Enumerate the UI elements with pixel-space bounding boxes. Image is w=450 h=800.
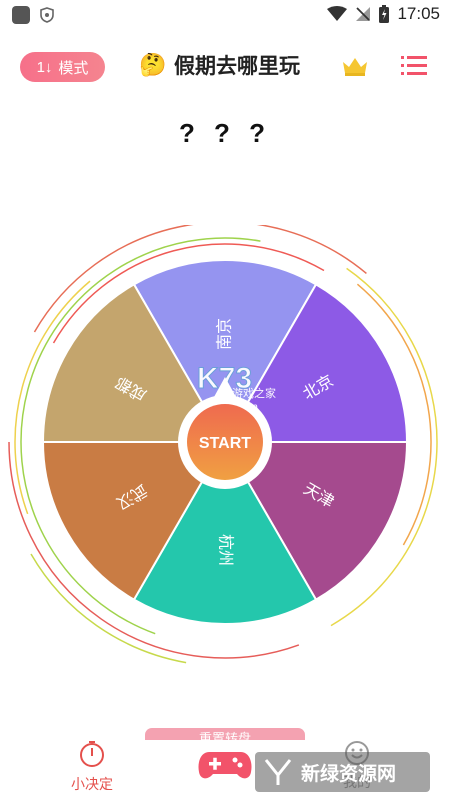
list-icon[interactable] (401, 55, 427, 77)
watermark-text: 新绿资源网 (301, 762, 397, 785)
header: 1↓ 模式 🤔 假期去哪里玩 (0, 44, 450, 88)
wheel-segment-label: 杭州 (217, 534, 236, 566)
no-signal-icon (356, 7, 371, 21)
start-label: START (199, 435, 251, 452)
page-title[interactable]: 假期去哪里玩 (174, 50, 300, 80)
status-time: 17:05 (397, 4, 440, 23)
nav-label-decision: 小决定 (71, 777, 113, 793)
shield-icon (40, 7, 54, 23)
battery-icon (379, 5, 390, 23)
page-title-group: 🤔 假期去哪里玩 (139, 50, 300, 80)
wheel-segment-label: 南京 (215, 318, 234, 350)
timer-icon (80, 741, 104, 767)
nav-item-decision[interactable]: 小决定 (47, 740, 137, 794)
mode-label: 模式 (58, 59, 89, 77)
gamepad-icon[interactable] (197, 748, 253, 782)
app-notification-icon (12, 6, 30, 24)
crown-icon[interactable] (342, 56, 368, 76)
thinking-face-icon: 🤔 (139, 52, 167, 78)
status-bar: 17:05 (0, 0, 450, 30)
sort-icon: 1↓ (36, 58, 53, 76)
watermark-logo-icon (264, 759, 292, 785)
result-text: ? ? ? (178, 118, 272, 148)
site-watermark: 新绿资源网 (255, 752, 430, 792)
spin-wheel[interactable]: 南京北京天津杭州武汉成都 K73 游戏之家 .com START (0, 225, 450, 665)
mode-button[interactable]: 1↓ 模式 (20, 52, 105, 82)
wifi-icon (327, 6, 348, 21)
